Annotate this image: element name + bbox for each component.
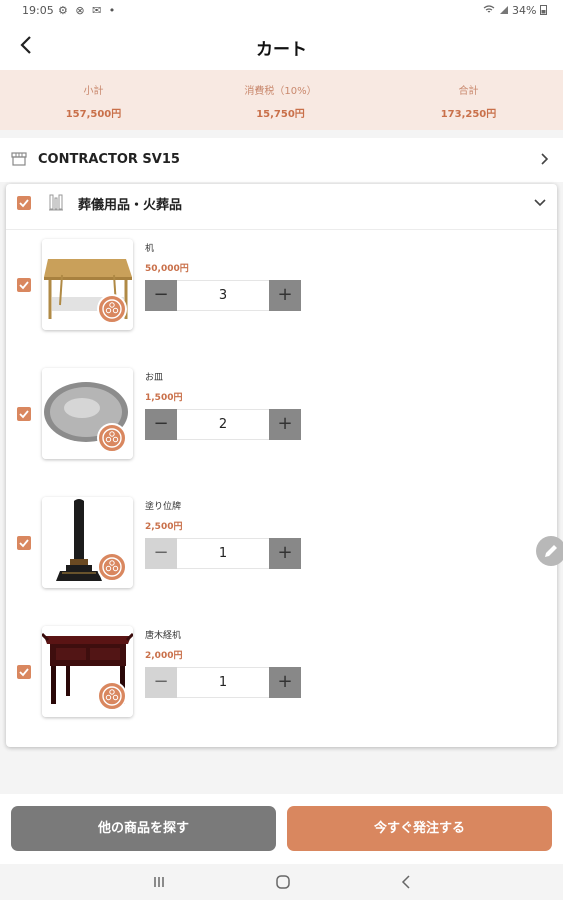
ar-view-icon[interactable]: [97, 552, 127, 582]
quantity-value[interactable]: 2: [177, 409, 269, 440]
check-icon: [19, 281, 29, 290]
increment-button[interactable]: +: [269, 280, 301, 311]
check-icon: [19, 199, 29, 208]
tax-block: 消費税（10%） 15,750円: [187, 82, 374, 120]
flower-icon: [102, 299, 122, 319]
item-checkbox[interactable]: [17, 536, 31, 550]
tax-label: 消費税（10%）: [244, 86, 317, 97]
cart-item: 唐木経机 2,000円 − 1 +: [6, 621, 557, 749]
item-name: お皿: [145, 373, 164, 383]
order-now-button[interactable]: 今すぐ発注する: [287, 806, 552, 851]
flower-icon: [102, 557, 122, 577]
chevron-down-icon[interactable]: [533, 197, 547, 209]
signal-icon: [499, 6, 508, 14]
subtotal-block: 小計 157,500円: [0, 82, 187, 120]
cart-item: 塗り位牌 2,500円 − 1 +: [6, 492, 557, 620]
status-bar: 19:05 ⚙ ⊗ ✉ • 34%: [0, 0, 563, 22]
store-icon: [11, 152, 27, 166]
decrement-button[interactable]: −: [145, 667, 177, 698]
item-name: 塗り位牌: [145, 502, 182, 512]
quantity-stepper: − 3 +: [145, 280, 301, 311]
decrement-button[interactable]: −: [145, 409, 177, 440]
quantity-stepper: − 1 +: [145, 667, 301, 698]
decrement-button[interactable]: −: [145, 280, 177, 311]
category-checkbox[interactable]: [17, 196, 31, 210]
check-icon: [19, 539, 29, 548]
recent-apps-icon[interactable]: [150, 873, 168, 891]
total-value: 173,250円: [440, 109, 497, 120]
category-icon: [49, 194, 63, 211]
subtotal-label: 小計: [83, 86, 104, 97]
increment-button[interactable]: +: [269, 409, 301, 440]
item-price: 1,500円: [145, 393, 183, 403]
page-title: カート: [256, 40, 307, 60]
total-block: 合計 173,250円: [375, 82, 562, 120]
store-name: CONTRACTOR SV15: [38, 152, 180, 167]
item-price: 2,000円: [145, 651, 183, 661]
flower-icon: [102, 686, 122, 706]
quantity-stepper: − 2 +: [145, 409, 301, 440]
quantity-value[interactable]: 1: [177, 538, 269, 569]
chevron-right-icon: [541, 153, 549, 165]
tax-value: 15,750円: [256, 109, 305, 120]
wifi-icon: [483, 5, 495, 13]
quantity-stepper: − 1 +: [145, 538, 301, 569]
store-row[interactable]: CONTRACTOR SV15: [0, 138, 563, 182]
item-price: 50,000円: [145, 264, 189, 274]
check-icon: [19, 410, 29, 419]
pencil-icon: [545, 545, 557, 557]
ar-view-icon[interactable]: [97, 423, 127, 453]
flower-icon: [102, 428, 122, 448]
item-checkbox[interactable]: [17, 407, 31, 421]
browse-products-button[interactable]: 他の商品を探す: [11, 806, 276, 851]
status-time: 19:05: [22, 4, 54, 17]
item-price: 2,500円: [145, 522, 183, 532]
cart-card: 葬儀用品・火葬品 机 50,000円 − 3 + お皿 1,500円 − 2 +…: [6, 184, 557, 747]
item-name: 唐木経机: [145, 631, 182, 641]
quantity-value[interactable]: 3: [177, 280, 269, 311]
ar-view-icon[interactable]: [97, 681, 127, 711]
battery-percent: 34%: [512, 4, 537, 17]
increment-button[interactable]: +: [269, 667, 301, 698]
item-image-plate[interactable]: [42, 368, 133, 459]
item-image-sutra-table[interactable]: [42, 626, 133, 717]
battery-icon: [540, 5, 547, 15]
category-header: 葬儀用品・火葬品: [6, 184, 557, 230]
home-icon[interactable]: [274, 873, 292, 891]
quantity-value[interactable]: 1: [177, 667, 269, 698]
price-summary: 小計 157,500円 消費税（10%） 15,750円 合計 173,250円: [0, 70, 563, 130]
cart-item: 机 50,000円 − 3 +: [6, 234, 557, 362]
notification-icons: ⚙ ⊗ ✉ •: [58, 4, 118, 17]
ar-view-icon[interactable]: [97, 294, 127, 324]
item-name: 机: [145, 244, 155, 254]
system-back-icon[interactable]: [398, 873, 416, 891]
total-label: 合計: [458, 86, 479, 97]
bottom-action-bar: 他の商品を探す 今すぐ発注する: [0, 794, 563, 864]
subtotal-value: 157,500円: [65, 109, 122, 120]
category-name: 葬儀用品・火葬品: [78, 198, 183, 213]
item-checkbox[interactable]: [17, 665, 31, 679]
app-header: カート: [0, 22, 563, 70]
status-right: 34%: [483, 4, 547, 17]
item-checkbox[interactable]: [17, 278, 31, 292]
item-image-memorial-tablet[interactable]: [42, 497, 133, 588]
decrement-button[interactable]: −: [145, 538, 177, 569]
check-icon: [19, 668, 29, 677]
cart-item: お皿 1,500円 − 2 +: [6, 363, 557, 491]
item-image-desk[interactable]: [42, 239, 133, 330]
system-nav-bar: [0, 864, 563, 900]
edit-floating-button[interactable]: [536, 536, 563, 566]
increment-button[interactable]: +: [269, 538, 301, 569]
